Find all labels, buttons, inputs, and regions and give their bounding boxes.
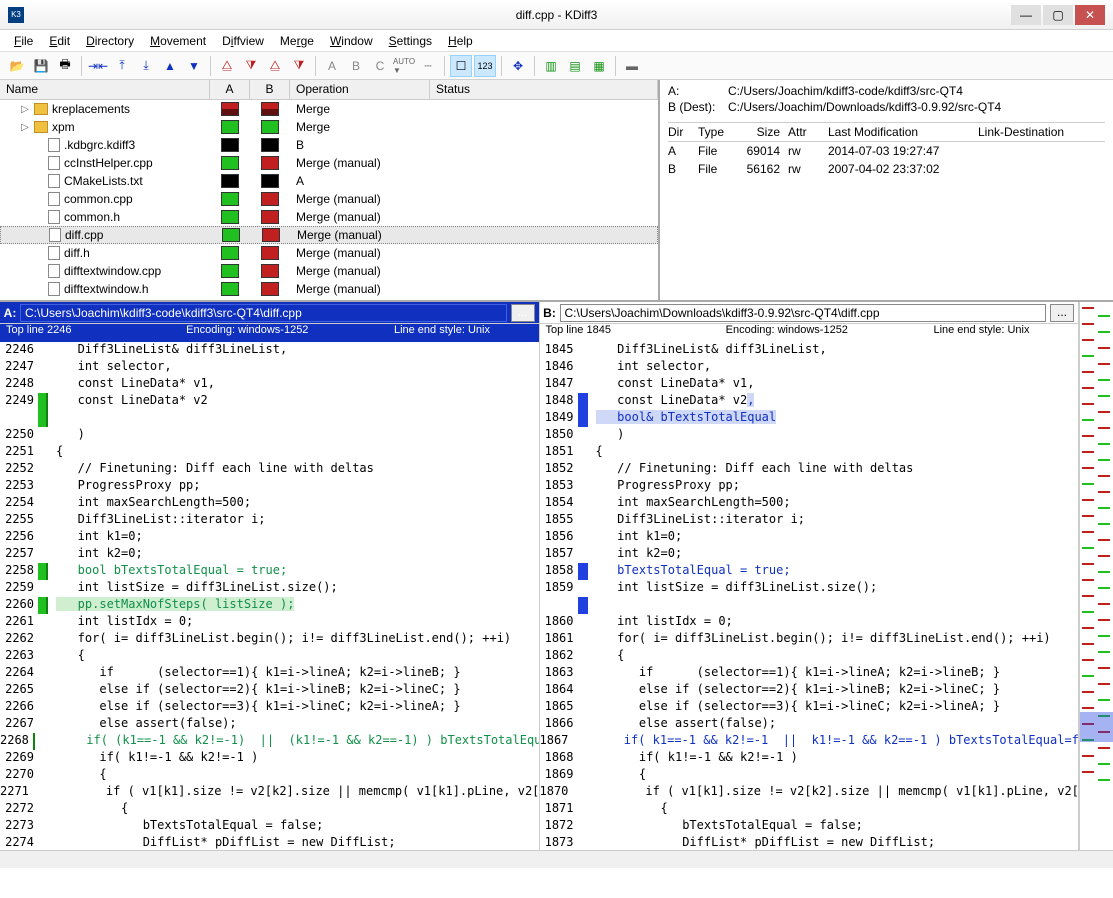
print-icon[interactable]: 🖶 [54, 55, 76, 77]
overview-bar[interactable] [1079, 302, 1113, 850]
titlebar: K3 diff.cpp - KDiff3 — ▢ ✕ [0, 0, 1113, 30]
menu-merge[interactable]: Merge [272, 32, 322, 50]
tree-row[interactable]: diff.cppMerge (manual) [0, 226, 658, 244]
tree-header: Name A B Operation Status [0, 80, 658, 100]
tree-row[interactable]: difftextwindow.cppMerge (manual) [0, 262, 658, 280]
menu-file[interactable]: File [6, 32, 41, 50]
auto-button[interactable]: AUTO▼ [393, 55, 415, 77]
file-info-panel: A:C:/Users/Joachim/kdiff3-code/kdiff3/sr… [660, 80, 1113, 300]
split-h-green-icon[interactable]: ▥ [540, 55, 562, 77]
info-a-label: A: [668, 84, 728, 98]
toolbar: 📂 💾 🖶 ⇥⇤ ⤒ ⤓ ▲ ▼ ⧋ ⧩ ⧋ ⧩ A B C AUTO▼ ┄ ☐… [0, 52, 1113, 80]
window-title: diff.cpp - KDiff3 [516, 8, 598, 22]
menu-diffview[interactable]: Diffview [214, 32, 272, 50]
col-b[interactable]: B [250, 80, 290, 99]
menu-edit[interactable]: Edit [41, 32, 78, 50]
tree-row[interactable]: ▷xpmMerge [0, 118, 658, 136]
go-next-icon[interactable]: ▼ [183, 55, 205, 77]
save-icon[interactable]: 💾 [30, 55, 52, 77]
go-bottom-icon[interactable]: ⤓ [135, 55, 157, 77]
split-v-green-icon[interactable]: ▤ [564, 55, 586, 77]
menu-help[interactable]: Help [440, 32, 481, 50]
info-row: AFile69014rw2014-07-03 19:27:47 [668, 142, 1105, 160]
go-top-icon[interactable]: ⤒ [111, 55, 133, 77]
pane-a-lineend: Line end style: Unix [394, 324, 533, 342]
info-row: BFile56162rw2007-04-02 23:37:02 [668, 160, 1105, 178]
col-operation[interactable]: Operation [290, 80, 430, 99]
diff-pane-a: A: ... Top line 2246 Encoding: windows-1… [0, 302, 540, 850]
show-numbers-button[interactable]: 123 [474, 55, 496, 77]
go-prev-icon[interactable]: ▲ [159, 55, 181, 77]
pane-b-lineend: Line end style: Unix [933, 324, 1072, 342]
menu-movement[interactable]: Movement [142, 32, 214, 50]
show-whitespace-button[interactable]: ☐ [450, 55, 472, 77]
pane-a-path-input[interactable] [20, 304, 507, 322]
pane-b-label: B: [540, 306, 560, 320]
pane-a-browse-button[interactable]: ... [511, 304, 535, 322]
pane-a-topline: Top line 2246 [6, 324, 186, 342]
info-b-label: B (Dest): [668, 100, 728, 114]
tree-row[interactable]: diff.hMerge (manual) [0, 244, 658, 262]
info-b-path: C:/Users/Joachim/Downloads/kdiff3-0.9.92… [728, 100, 1001, 114]
choose-c-button[interactable]: C [369, 55, 391, 77]
maximize-button[interactable]: ▢ [1043, 5, 1073, 25]
split-green-icon[interactable]: ▦ [588, 55, 610, 77]
tree-row[interactable]: ▷kreplacementsMerge [0, 100, 658, 118]
tree-body[interactable]: ▷kreplacementsMerge▷xpmMerge.kdbgrc.kdif… [0, 100, 658, 300]
choose-b-button[interactable]: B [345, 55, 367, 77]
next-conflict-icon[interactable]: ⧩ [240, 55, 262, 77]
pane-a-encoding: Encoding: windows-1252 [186, 324, 394, 342]
col-a[interactable]: A [210, 80, 250, 99]
pane-a-label: A: [0, 306, 20, 320]
app-icon-kdiff3: K3 [8, 7, 24, 23]
info-table-header: Dir Type Size Attr Last Modification Lin… [668, 123, 1105, 142]
menu-window[interactable]: Window [322, 32, 381, 50]
menu-settings[interactable]: Settings [381, 32, 440, 50]
horizontal-scrollbar[interactable] [0, 850, 1113, 868]
pane-b-topline: Top line 1845 [546, 324, 726, 342]
tree-row[interactable]: difftextwindow.hMerge (manual) [0, 280, 658, 298]
pane-b-browse-button[interactable]: ... [1050, 304, 1074, 322]
pane-a-lines[interactable]: 2246 Diff3LineList& diff3LineList,2247 i… [0, 342, 539, 850]
open-icon[interactable]: 📂 [6, 55, 28, 77]
prev-unsolved-icon[interactable]: ⧋ [264, 55, 286, 77]
minimize-button[interactable]: — [1011, 5, 1041, 25]
tree-row[interactable]: common.cppMerge (manual) [0, 190, 658, 208]
tree-row[interactable]: CMakeLists.txtA [0, 172, 658, 190]
tree-row[interactable]: ccInstHelper.cppMerge (manual) [0, 154, 658, 172]
directory-tree: Name A B Operation Status ▷kreplacements… [0, 80, 660, 300]
menubar: File Edit Directory Movement Diffview Me… [0, 30, 1113, 52]
move-icon[interactable]: ✥ [507, 55, 529, 77]
pane-b-path-input[interactable] [560, 304, 1047, 322]
col-name[interactable]: Name [0, 80, 210, 99]
prev-conflict-icon[interactable]: ⧋ [216, 55, 238, 77]
pane-b-encoding: Encoding: windows-1252 [726, 324, 934, 342]
diff-pane-b: B: ... Top line 1845 Encoding: windows-1… [540, 302, 1080, 850]
tree-row[interactable]: .kdbgrc.kdiff3B [0, 136, 658, 154]
pane-b-lines[interactable]: 1845 Diff3LineList& diff3LineList,1846 i… [540, 342, 1079, 850]
tree-row[interactable]: common.hMerge (manual) [0, 208, 658, 226]
rect-icon[interactable]: ▬ [621, 55, 643, 77]
next-unsolved-icon[interactable]: ⧩ [288, 55, 310, 77]
close-button[interactable]: ✕ [1075, 5, 1105, 25]
choose-a-button[interactable]: A [321, 55, 343, 77]
col-status[interactable]: Status [430, 80, 658, 99]
separator-icon[interactable]: ┄ [417, 55, 439, 77]
info-a-path: C:/Users/Joachim/kdiff3-code/kdiff3/src-… [728, 84, 963, 98]
menu-directory[interactable]: Directory [78, 32, 142, 50]
go-current-icon[interactable]: ⇥⇤ [87, 55, 109, 77]
